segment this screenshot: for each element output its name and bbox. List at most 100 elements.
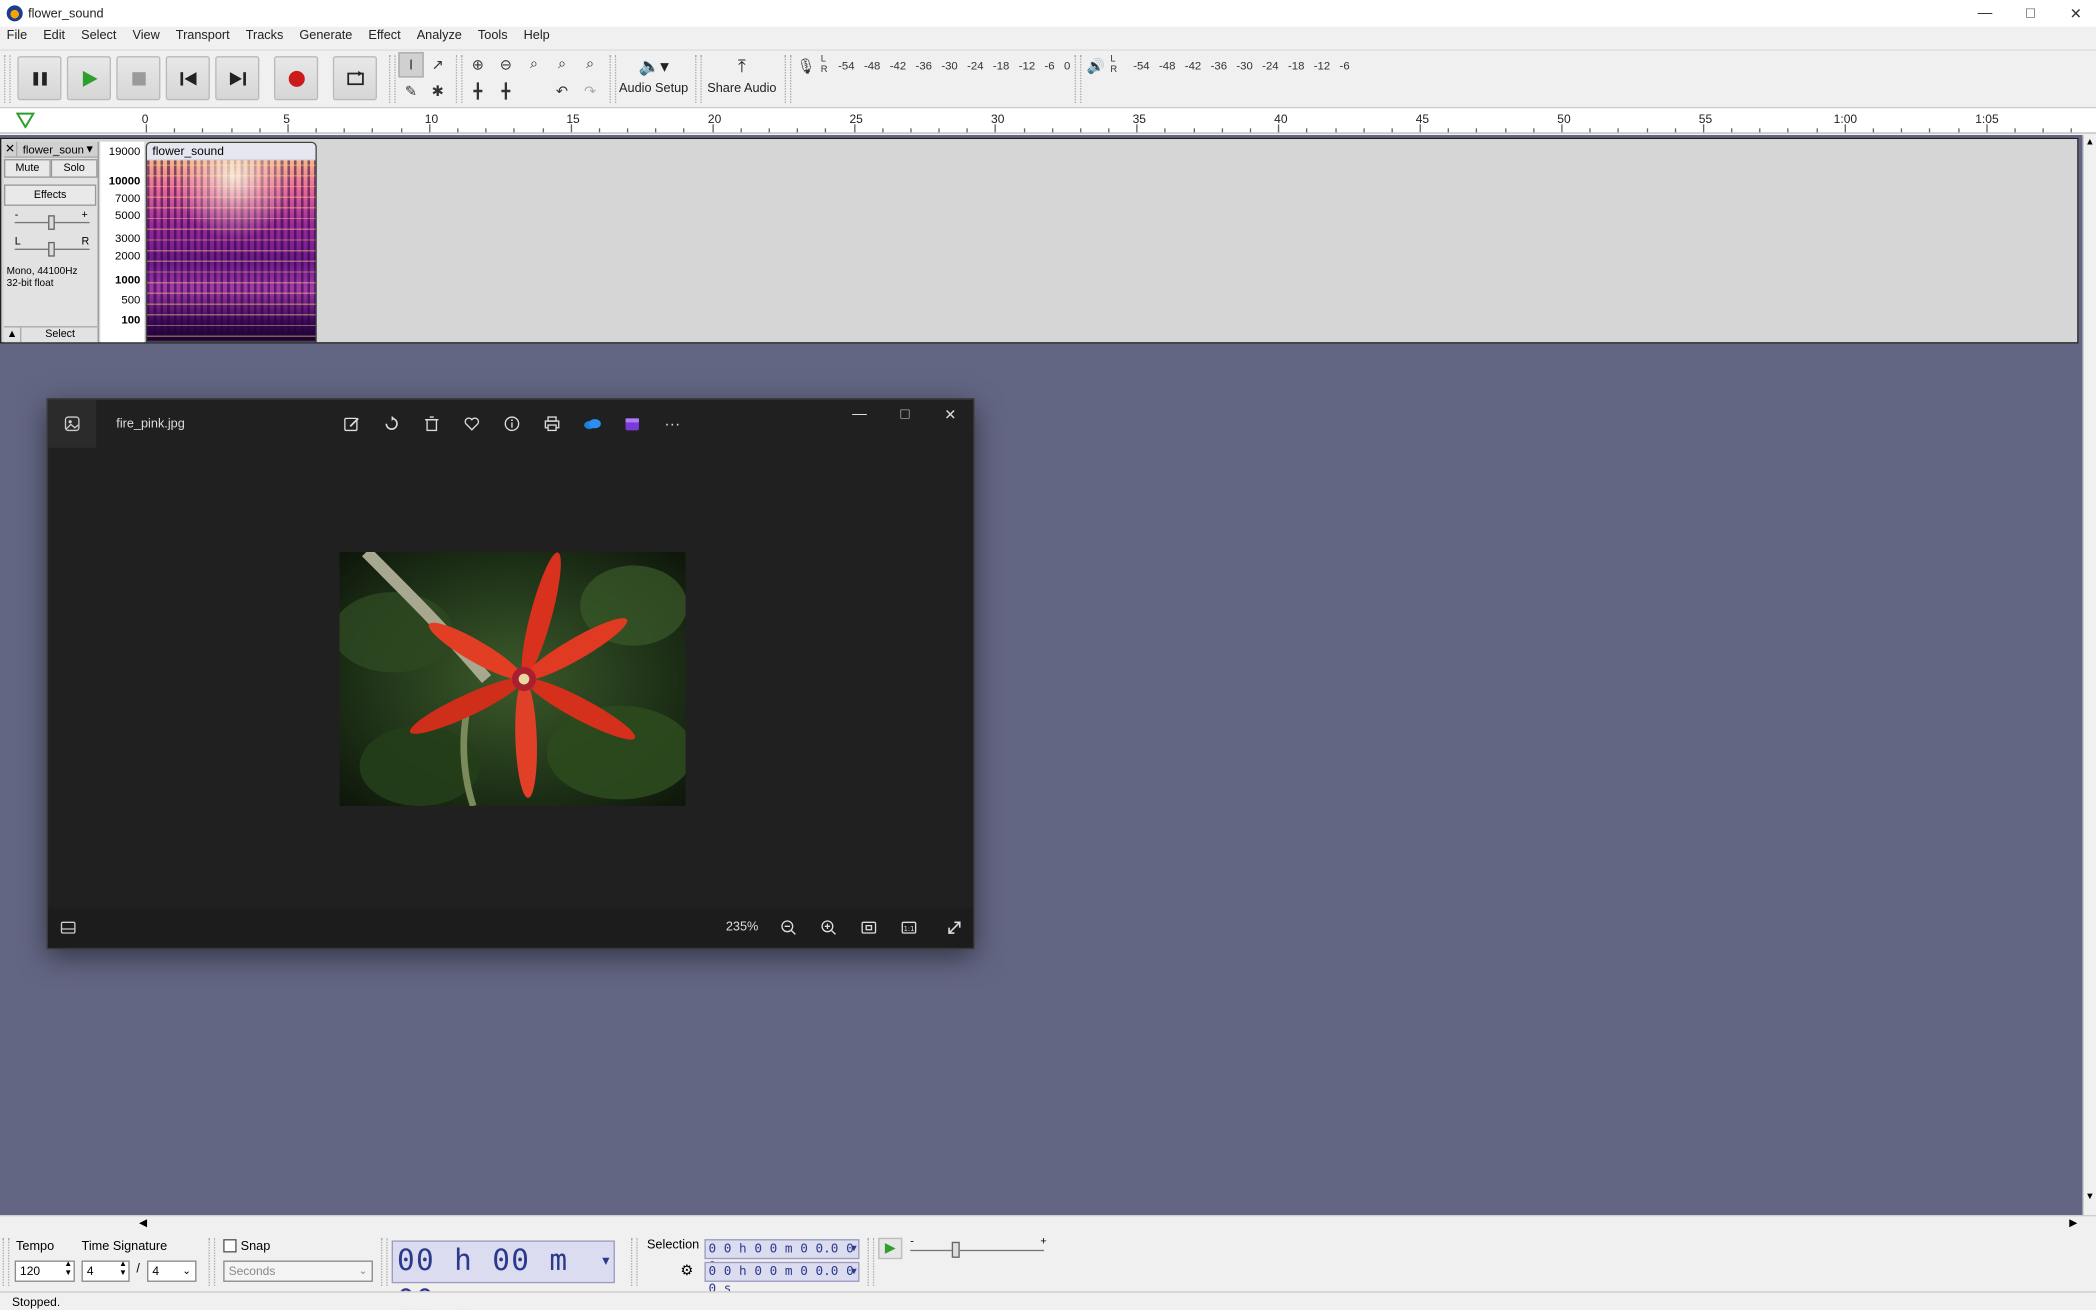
selection-end-field[interactable]: 0 0 h 0 0 m 0 0.0 0 0 s ▼ — [704, 1261, 860, 1297]
horizontal-scrollbar[interactable]: ◀ ▶ — [0, 1215, 2096, 1232]
play-head-icon[interactable] — [16, 112, 35, 129]
selection-tool[interactable]: I — [398, 52, 424, 78]
more-options-button[interactable]: ··· — [662, 413, 683, 434]
vertical-scrollbar[interactable]: ▲ ▼ — [2082, 135, 2096, 1216]
menu-tools[interactable]: Tools — [478, 28, 508, 49]
audio-track[interactable]: ✕ flower_soun ▼ Mute Solo Effects - + L — [0, 137, 2079, 344]
fit-to-window-button[interactable] — [859, 918, 878, 937]
pause-button[interactable] — [17, 56, 62, 101]
menu-tracks[interactable]: Tracks — [246, 28, 284, 49]
redo-button[interactable]: ↷ — [577, 79, 602, 104]
tempo-field[interactable]: 120 ▲ ▼ — [14, 1260, 75, 1282]
mute-button[interactable]: Mute — [4, 159, 51, 178]
menu-help[interactable]: Help — [524, 28, 550, 49]
audio-setup-grip[interactable] — [609, 54, 617, 103]
audio-clip[interactable]: flower_sound — [145, 141, 317, 343]
loop-button[interactable] — [332, 56, 377, 101]
draw-tool[interactable]: ✎ — [398, 79, 423, 104]
zoom-out-button[interactable]: ⊖ — [493, 52, 518, 77]
tools-grip[interactable] — [388, 54, 396, 103]
spectrogram[interactable] — [147, 160, 316, 341]
menu-transport[interactable]: Transport — [176, 28, 230, 49]
edit-grip[interactable] — [455, 54, 463, 103]
numerator-spinner-icon[interactable]: ▲ ▼ — [119, 1261, 127, 1280]
record-button[interactable] — [274, 56, 319, 101]
menu-generate[interactable]: Generate — [299, 28, 352, 49]
selection-settings-gear-icon[interactable]: ⚙ — [680, 1262, 693, 1279]
onedrive-button[interactable] — [581, 413, 602, 434]
solo-button[interactable]: Solo — [50, 159, 98, 178]
fit-project-button[interactable]: ⌕ — [549, 52, 574, 77]
zoom-in-button[interactable]: ⊕ — [465, 52, 490, 77]
edit-image-button[interactable] — [341, 413, 362, 434]
zoom-toggle-button[interactable]: ⌕ — [577, 52, 602, 77]
recording-meter[interactable]: 🎙 L R -54 -48 -42 -36 -30 -24 -18 -12 -6 0 — [797, 53, 1071, 77]
skip-to-end-button[interactable] — [215, 56, 260, 101]
stop-button[interactable] — [116, 56, 161, 101]
playback-meter[interactable]: 🔊 L R -54 -48 -42 -36 -30 -24 -18 -12 -6 — [1087, 53, 1361, 77]
menu-file[interactable]: File — [7, 28, 27, 49]
menu-view[interactable]: View — [132, 28, 159, 49]
track-close-icon[interactable]: ✕ — [4, 141, 18, 157]
filmstrip-button[interactable] — [59, 918, 78, 937]
selection-grip[interactable] — [630, 1237, 638, 1286]
photos-maximize-button[interactable]: □ — [892, 406, 919, 427]
full-screen-button[interactable] — [945, 918, 964, 937]
photos-zoom-out-button[interactable] — [779, 918, 798, 937]
chevron-down-icon[interactable]: ▼ — [851, 1240, 857, 1257]
snap-grip[interactable] — [208, 1237, 216, 1286]
clipchamp-button[interactable] — [622, 413, 643, 434]
time-sig-numerator-field[interactable]: 4 ▲ ▼ — [81, 1260, 130, 1282]
frequency-scale[interactable]: 19000 10000 7000 5000 3000 2000 1000 500… — [100, 141, 145, 343]
share-audio-button[interactable]: ⤒ Share Audio — [706, 56, 778, 96]
menu-edit[interactable]: Edit — [43, 28, 65, 49]
timeline-ruler[interactable]: 0 5 10 15 20 25 30 35 40 45 50 55 1:00 1:05 — [0, 106, 2096, 134]
favorite-button[interactable] — [461, 413, 482, 434]
clip-title[interactable]: flower_sound — [147, 143, 316, 160]
multi-tool[interactable]: ✱ — [425, 79, 450, 104]
photos-zoom-in-button[interactable] — [819, 918, 838, 937]
scroll-down-icon[interactable]: ▼ — [2084, 1192, 2096, 1201]
snap-unit-select[interactable]: Seconds ⌄ — [223, 1260, 373, 1282]
actual-size-button[interactable]: 1:1 — [900, 918, 919, 937]
menu-select[interactable]: Select — [81, 28, 116, 49]
delete-button[interactable] — [421, 413, 442, 434]
info-button[interactable] — [501, 413, 522, 434]
playback-speed-slider[interactable]: - + — [910, 1235, 1049, 1262]
collapse-track-icon[interactable]: ▲ — [4, 327, 20, 342]
chevron-down-icon[interactable]: ▼ — [851, 1263, 857, 1280]
rec-meter-grip[interactable] — [784, 54, 792, 103]
track-name[interactable]: flower_soun — [23, 142, 84, 155]
pan-slider-thumb[interactable] — [48, 241, 55, 257]
fit-selection-button[interactable]: ⌕ — [521, 52, 546, 77]
print-button[interactable] — [541, 413, 562, 434]
photo-canvas[interactable] — [339, 552, 686, 807]
skip-to-start-button[interactable] — [165, 56, 210, 101]
scroll-left-icon[interactable]: ◀ — [139, 1216, 147, 1228]
undo-button[interactable]: ↶ — [549, 79, 574, 104]
speed-slider-thumb[interactable] — [951, 1241, 960, 1258]
time-grip[interactable] — [380, 1237, 388, 1286]
close-button[interactable]: ✕ — [2053, 0, 2096, 27]
play-at-speed-button[interactable] — [878, 1237, 903, 1260]
menu-effect[interactable]: Effect — [368, 28, 400, 49]
silence-button[interactable]: ╋ — [493, 79, 518, 104]
photos-app-icon[interactable] — [48, 399, 97, 448]
play-meter-grip[interactable] — [1074, 54, 1082, 103]
tempo-grip[interactable] — [2, 1237, 10, 1286]
effects-button[interactable]: Effects — [4, 184, 97, 206]
audio-setup-button[interactable]: 🔈▾ Audio Setup — [618, 56, 690, 96]
menu-analyze[interactable]: Analyze — [417, 28, 462, 49]
scroll-right-icon[interactable]: ▶ — [2069, 1216, 2077, 1228]
gain-slider-thumb[interactable] — [48, 215, 55, 230]
time-format-chevron-icon[interactable]: ▼ — [602, 1242, 611, 1282]
rotate-button[interactable] — [381, 413, 402, 434]
time-sig-denominator-select[interactable]: 4 ⌄ — [147, 1260, 197, 1282]
track-workspace[interactable]: ✕ flower_soun ▼ Mute Solo Effects - + L — [0, 135, 2083, 1216]
minimize-button[interactable]: — — [1962, 0, 2007, 27]
envelope-tool[interactable]: ↗ — [425, 52, 450, 77]
photos-minimize-button[interactable]: — — [846, 406, 873, 427]
scroll-up-icon[interactable]: ▲ — [2084, 138, 2096, 147]
photos-close-button[interactable]: ✕ — [937, 406, 964, 427]
pan-slider[interactable]: L R — [4, 235, 98, 262]
